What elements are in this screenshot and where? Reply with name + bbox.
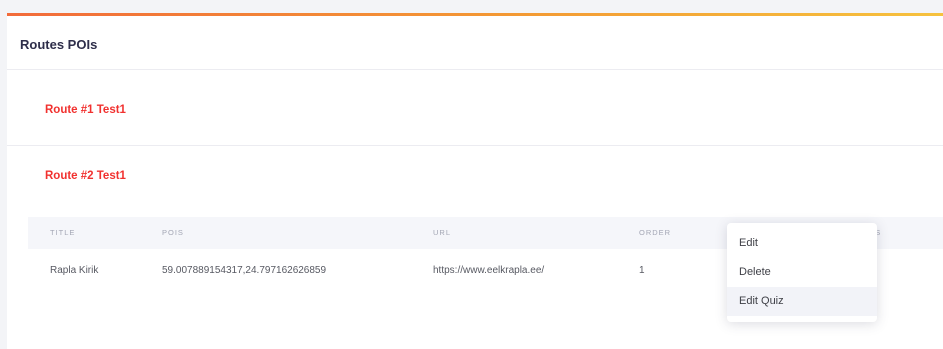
- actions-dropdown-menu: Edit Delete Edit Quiz: [727, 223, 877, 322]
- card-header: Routes POIs: [7, 16, 943, 70]
- cell-url[interactable]: https://www.eelkrapla.ee/: [433, 265, 544, 276]
- route-label-2[interactable]: Route #2 Test1: [45, 170, 126, 182]
- cell-title: Rapla Kirik: [50, 265, 99, 276]
- column-header-pois[interactable]: POIS: [162, 228, 184, 237]
- menu-item-edit[interactable]: Edit: [727, 229, 877, 258]
- card-title: Routes POIs: [20, 37, 98, 52]
- route-item-1[interactable]: Route #1 Test1: [7, 80, 943, 146]
- route-item-2[interactable]: Route #2 Test1: [7, 146, 943, 212]
- column-header-order[interactable]: ORDER: [639, 228, 671, 237]
- column-header-title[interactable]: TITLE: [50, 228, 75, 237]
- cell-pois: 59.007889154317,24.797162626859: [162, 265, 327, 276]
- menu-item-delete[interactable]: Delete: [727, 258, 877, 287]
- menu-item-edit-quiz[interactable]: Edit Quiz: [727, 287, 877, 316]
- column-header-url[interactable]: URL: [433, 228, 451, 237]
- cell-order: 1: [639, 265, 645, 276]
- route-label-1[interactable]: Route #1 Test1: [45, 104, 126, 116]
